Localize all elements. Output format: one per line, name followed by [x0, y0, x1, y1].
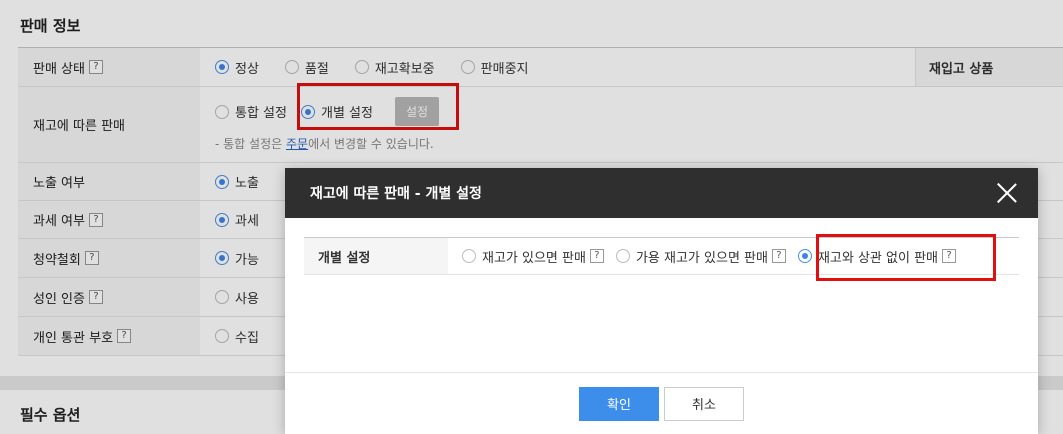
help-icon[interactable]: ?	[771, 249, 786, 263]
radio-dot	[462, 249, 476, 263]
modal-header: 재고에 따른 판매 - 개별 설정	[285, 168, 1038, 218]
radio-sell-if-stock[interactable]: 재고가 있으면 판매?	[462, 247, 604, 266]
highlight-box-sell-regardless	[816, 234, 996, 281]
radio-dot	[797, 249, 812, 263]
close-icon[interactable]	[996, 182, 1018, 204]
radio-sell-if-available-stock[interactable]: 가용 재고가 있으면 판매?	[615, 247, 786, 266]
help-icon[interactable]: ?	[589, 249, 604, 263]
stock-sale-modal: 재고에 따른 판매 - 개별 설정 개별 설정 재고가 있으면 판매? 가용 재…	[285, 168, 1038, 434]
modal-footer: 확인 취소	[285, 372, 1038, 434]
modal-title: 재고에 따른 판매 - 개별 설정	[310, 186, 482, 202]
radio-dot	[615, 249, 630, 263]
cancel-button[interactable]: 취소	[664, 386, 744, 421]
confirm-button[interactable]: 확인	[579, 386, 659, 421]
modal-row-label: 개별 설정	[304, 238, 448, 274]
